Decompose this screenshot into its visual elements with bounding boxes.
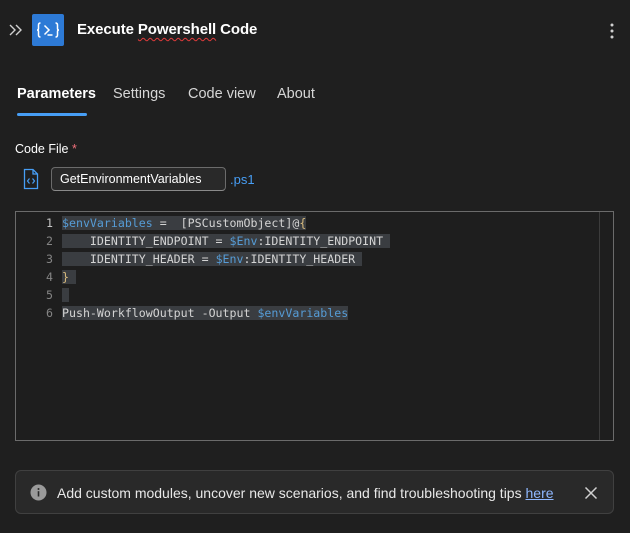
- code-file-label: Code File *: [15, 142, 77, 156]
- active-tab-indicator: [17, 113, 87, 116]
- powershell-icon: [32, 14, 64, 46]
- close-icon[interactable]: [583, 485, 599, 501]
- tab-settings[interactable]: Settings: [113, 86, 165, 102]
- code-line: 5: [16, 286, 600, 304]
- code-text: [62, 286, 69, 304]
- code-line: 2 IDENTITY_ENDPOINT = $Env:IDENTITY_ENDP…: [16, 232, 600, 250]
- code-text: Push-WorkflowOutput -Output $envVariable…: [62, 306, 349, 320]
- file-extension: .ps1: [230, 172, 255, 187]
- line-number: 5: [46, 288, 53, 302]
- more-vertical-icon[interactable]: [604, 20, 620, 42]
- info-banner-text: Add custom modules, uncover new scenario…: [57, 485, 554, 501]
- code-file-name-input[interactable]: [51, 167, 226, 191]
- tab-parameters[interactable]: Parameters: [17, 86, 96, 102]
- panel-header: Execute Powershell Code: [0, 0, 630, 62]
- line-number: 4: [46, 270, 53, 284]
- code-text: $envVariables = [PSCustomObject]@{: [62, 216, 307, 230]
- code-text: }: [62, 268, 76, 286]
- code-editor[interactable]: 1 $envVariables = [PSCustomObject]@{ 2 I…: [15, 211, 614, 441]
- double-chevron-right-icon[interactable]: [7, 20, 25, 40]
- line-number: 3: [46, 252, 53, 266]
- tab-about[interactable]: About: [277, 86, 315, 102]
- code-text: IDENTITY_HEADER = $Env:IDENTITY_HEADER: [62, 252, 363, 266]
- info-banner: Add custom modules, uncover new scenario…: [15, 470, 614, 514]
- code-file-icon: [23, 168, 39, 190]
- code-line: 3 IDENTITY_HEADER = $Env:IDENTITY_HEADER: [16, 250, 600, 268]
- tab-bar: Parameters Settings Code view About: [0, 80, 630, 120]
- code-line: 6 Push-WorkflowOutput -Output $envVariab…: [16, 304, 600, 322]
- code-line: 1 $envVariables = [PSCustomObject]@{: [16, 214, 600, 232]
- code-line: 4 }: [16, 268, 600, 286]
- line-number: 1: [46, 216, 53, 230]
- required-mark: *: [71, 142, 77, 156]
- info-icon: [30, 484, 47, 501]
- page-title: Execute Powershell Code: [77, 21, 258, 38]
- line-number: 2: [46, 234, 53, 248]
- code-text: IDENTITY_ENDPOINT = $Env:IDENTITY_ENDPOI…: [62, 234, 391, 248]
- troubleshooting-link[interactable]: here: [526, 485, 554, 501]
- editor-scrollbar[interactable]: [599, 212, 613, 440]
- line-number: 6: [46, 306, 53, 320]
- tab-code-view[interactable]: Code view: [188, 86, 256, 102]
